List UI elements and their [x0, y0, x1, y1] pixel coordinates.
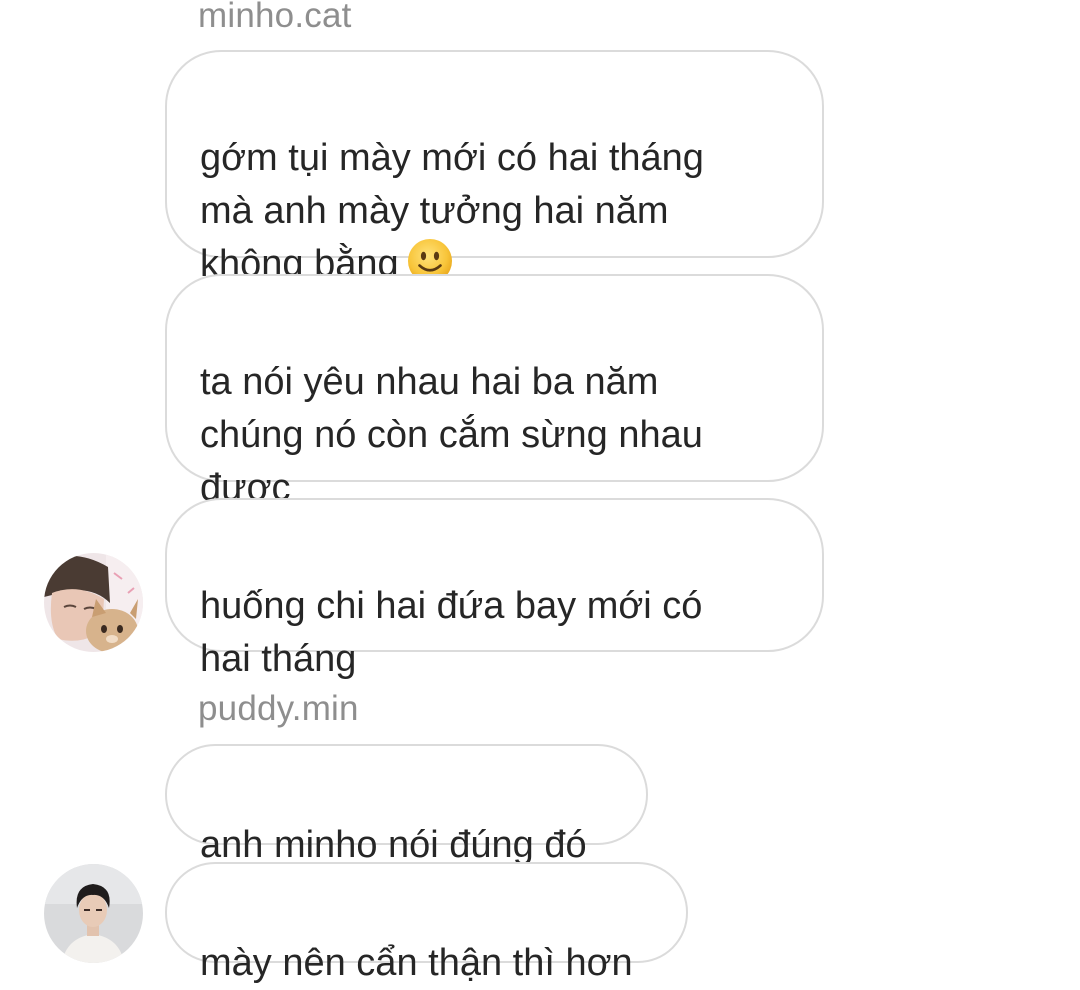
message-text: ta nói yêu nhau hai ba năm chúng nó còn …: [200, 361, 703, 509]
puddy-min-avatar[interactable]: [44, 864, 143, 963]
message-text: mày nên cẩn thận thì hơn: [200, 942, 633, 984]
message-bubble[interactable]: gớm tụi mày mới có hai tháng mà anh mày …: [165, 50, 824, 285]
message-text: huống chi hai đứa bay mới có hai tháng: [200, 585, 703, 680]
message-bubble[interactable]: huống chi hai đứa bay mới có hai tháng: [165, 498, 824, 680]
minho-cat-avatar[interactable]: [44, 553, 143, 652]
message-bubble[interactable]: ta nói yêu nhau hai ba năm chúng nó còn …: [165, 274, 824, 509]
message-text: anh minho nói đúng đó: [200, 824, 587, 866]
sender-name[interactable]: puddy.min: [198, 689, 359, 729]
sender-name[interactable]: minho.cat: [198, 0, 352, 36]
message-bubble[interactable]: anh minho nói đúng đó: [165, 744, 648, 866]
message-bubble[interactable]: mày nên cẩn thận thì hơn: [165, 862, 688, 984]
